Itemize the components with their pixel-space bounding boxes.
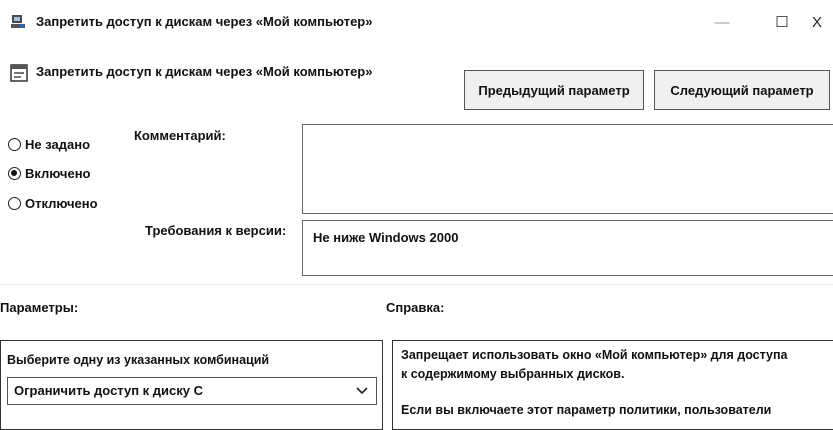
previous-setting-button[interactable]: Предыдущий параметр	[464, 70, 644, 110]
parameters-label: Параметры:	[0, 300, 79, 315]
chevron-down-icon	[356, 387, 368, 395]
policy-settings-icon	[11, 15, 25, 28]
section-divider	[0, 284, 833, 285]
radio-not-configured[interactable]: Не задано	[8, 137, 90, 152]
maximize-button[interactable]: ☐	[760, 8, 804, 38]
parameters-panel: Выберите одну из указанных комбинаций Ог…	[0, 340, 383, 430]
close-button[interactable]: X	[812, 8, 833, 38]
radio-label: Отключено	[25, 196, 98, 211]
comment-textarea[interactable]	[302, 124, 833, 214]
help-text-line: к содержимому выбранных дисков.	[401, 367, 625, 381]
policy-name: Запретить доступ к дискам через «Мой ком…	[36, 64, 373, 79]
window-title: Запретить доступ к дискам через «Мой ком…	[36, 14, 373, 29]
title-bar: Запретить доступ к дискам через «Мой ком…	[0, 0, 833, 46]
next-setting-button[interactable]: Следующий параметр	[654, 70, 830, 110]
radio-enabled[interactable]: Включено	[8, 166, 91, 181]
radio-button[interactable]	[8, 167, 21, 180]
policy-document-icon	[10, 64, 28, 82]
help-label: Справка:	[386, 300, 445, 315]
combo-caption: Выберите одну из указанных комбинаций	[7, 353, 270, 367]
radio-button[interactable]	[8, 138, 21, 151]
comment-label: Комментарий:	[134, 128, 226, 143]
select-value: Ограничить доступ к диску С	[14, 383, 204, 398]
minimize-button[interactable]: —	[700, 8, 744, 38]
radio-disabled[interactable]: Отключено	[8, 196, 98, 211]
radio-label: Не задано	[25, 137, 91, 152]
radio-button[interactable]	[8, 197, 21, 210]
version-requirements-field: Не ниже Windows 2000	[302, 220, 833, 276]
help-panel: Запрещает использовать окно «Мой компьют…	[392, 340, 833, 430]
radio-label: Включено	[25, 166, 91, 181]
version-requirements-label: Требования к версии:	[145, 223, 287, 238]
help-text-line: Если вы включаете этот параметр политики…	[401, 403, 772, 417]
help-text-line: Запрещает использовать окно «Мой компьют…	[401, 348, 788, 362]
drive-restriction-select[interactable]: Ограничить доступ к диску С	[7, 377, 377, 405]
